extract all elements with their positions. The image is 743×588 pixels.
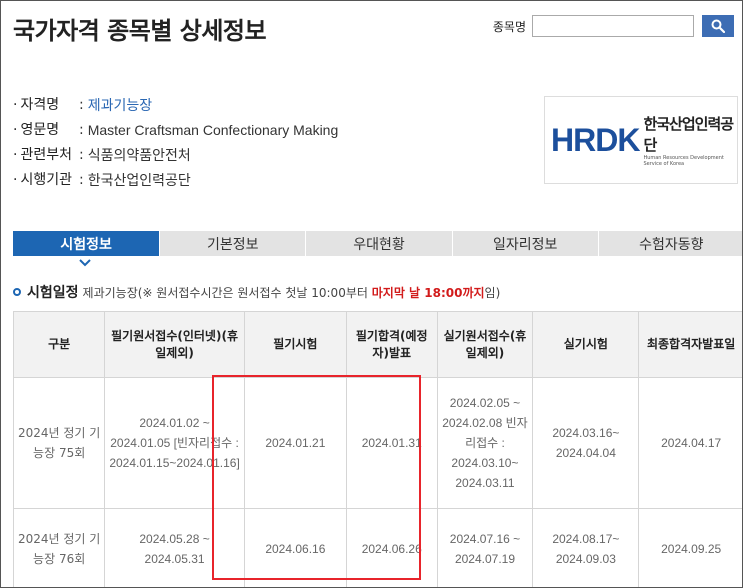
chevron-down-icon — [79, 259, 91, 267]
header-written-apply: 필기원서접수(인터넷)(휴일제외) — [104, 311, 245, 378]
tab-preference[interactable]: 우대현황 — [305, 231, 452, 256]
info-key: 자격명 — [13, 93, 79, 118]
tab-jobs[interactable]: 일자리정보 — [451, 231, 598, 256]
header-written-exam: 필기시험 — [243, 311, 347, 378]
info-separator: : — [79, 97, 84, 113]
info-key: 관련부처 — [13, 143, 79, 168]
table-header-row: 구분 필기원서접수(인터넷)(휴일제외) 필기시험 필기합격(예정자)발표 실기… — [12, 311, 742, 378]
info-separator: : — [79, 172, 84, 188]
cell-practical-exam: 2024.03.16~ 2024.04.04 — [532, 377, 640, 509]
cell-written-apply: 2024.01.02 ~ 2024.01.05 [빈자리접수 : 2024.01… — [104, 377, 245, 509]
header-practical-apply: 실기원서접수(휴일제외) — [436, 311, 534, 378]
page-frame: 국가자격 종목별 상세정보 종목명 자격명 : 제과기능장 영문명 : Mast… — [0, 0, 743, 588]
info-row-agency: 시행기관 : 한국산업인력공단 — [13, 168, 338, 193]
logo-text: 한국산업인력공단 Human Resources Development Ser… — [643, 113, 737, 167]
table-row: 2024년 정기 기능장 75회 2024.01.02 ~ 2024.01.05… — [12, 377, 742, 509]
search-label: 종목명 — [492, 19, 526, 34]
header-round: 구분 — [12, 311, 106, 378]
cell-written-result: 2024.06.26 — [345, 508, 438, 587]
section-note-warning: 마지막 날 18:00까지 — [371, 285, 485, 300]
info-row-ministry: 관련부처 : 식품의약품안전처 — [13, 143, 338, 168]
logo-mark: HRDK — [551, 121, 640, 158]
info-key: 영문명 — [13, 118, 79, 143]
logo-english-name: Human Resources Development Service of K… — [643, 155, 724, 167]
section-title: 시험일정 — [27, 285, 79, 301]
info-value: Master Craftsman Confectionary Making — [87, 122, 339, 138]
search-bar: 종목명 — [493, 15, 734, 37]
tab-basic-info[interactable]: 기본정보 — [159, 231, 306, 256]
cell-written-exam: 2024.01.21 — [243, 377, 347, 509]
info-key: 시행기관 — [13, 168, 79, 193]
cell-practical-apply: 2024.02.05 ~ 2024.02.08 빈자리접수 : 2024.03.… — [436, 377, 534, 509]
info-value: 한국산업인력공단 — [87, 172, 191, 188]
cell-practical-exam: 2024.08.17~ 2024.09.03 — [532, 508, 640, 587]
info-separator: : — [79, 122, 84, 138]
page-title: 국가자격 종목별 상세정보 — [13, 17, 267, 45]
cell-final-result: 2024.04.17 — [638, 377, 742, 509]
search-icon — [711, 19, 725, 33]
tab-exam-info[interactable]: 시험정보 — [13, 231, 160, 256]
section-note: 제과기능장(※ 원서접수시간은 원서접수 첫날 10:00부터 — [82, 285, 368, 300]
info-row-name: 자격명 : 제과기능장 — [13, 93, 338, 118]
section-note-suffix: 임) — [484, 285, 501, 300]
logo-korean-name: 한국산업인력공단 — [643, 115, 734, 154]
info-separator: : — [79, 147, 84, 163]
cell-written-result: 2024.01.31 — [345, 377, 438, 509]
detail-tabs: 시험정보 기본정보 우대현황 일자리정보 수험자동향 — [13, 231, 742, 256]
bullet-icon — [13, 288, 21, 296]
header-final-result: 최종합격자발표일 — [638, 311, 742, 378]
cell-final-result: 2024.09.25 — [638, 508, 742, 587]
cell-round: 2024년 정기 기능장 75회 — [12, 377, 106, 509]
header-practical-exam: 실기시험 — [532, 311, 640, 378]
info-value: 식품의약품안전처 — [87, 147, 191, 163]
info-row-english: 영문명 : Master Craftsman Confectionary Mak… — [13, 118, 338, 143]
cell-written-apply: 2024.05.28 ~ 2024.05.31 — [104, 508, 245, 587]
search-button[interactable] — [702, 15, 734, 37]
table-row: 2024년 정기 기능장 76회 2024.05.28 ~ 2024.05.31… — [12, 508, 742, 587]
hrdk-logo: HRDK 한국산업인력공단 Human Resources Developmen… — [544, 96, 738, 184]
tab-candidate-trends[interactable]: 수험자동향 — [597, 231, 742, 256]
qualification-info: 자격명 : 제과기능장 영문명 : Master Craftsman Confe… — [13, 93, 338, 193]
header-written-result: 필기합격(예정자)발표 — [345, 311, 438, 378]
cell-round: 2024년 정기 기능장 76회 — [12, 508, 106, 587]
qualification-name-link[interactable]: 제과기능장 — [88, 93, 152, 118]
exam-schedule-table: 구분 필기원서접수(인터넷)(휴일제외) 필기시험 필기합격(예정자)발표 실기… — [12, 311, 742, 587]
exam-schedule-heading: 시험일정 제과기능장(※ 원서접수시간은 원서접수 첫날 10:00부터 마지막… — [13, 282, 500, 302]
cell-written-exam: 2024.06.16 — [243, 508, 347, 587]
cell-practical-apply: 2024.07.16 ~ 2024.07.19 — [436, 508, 534, 587]
search-input[interactable] — [532, 15, 694, 37]
